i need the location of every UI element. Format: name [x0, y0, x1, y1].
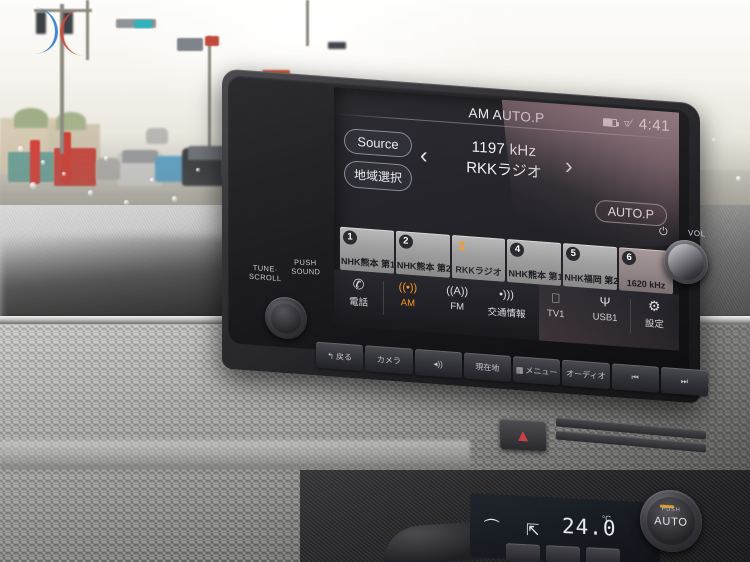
prev-track-icon: ⏮	[631, 372, 639, 383]
function-label: USB1	[592, 311, 618, 325]
volume-label: VOL	[688, 228, 706, 239]
raindrop	[172, 196, 177, 202]
defrost-icon: ⇱	[526, 521, 540, 540]
airflow-feet-icon: ⏜	[484, 519, 500, 538]
am-radio-icon: ((•))	[398, 281, 418, 295]
raindrop	[712, 138, 716, 142]
tune-scroll-label: TUNE· SCROLL	[249, 263, 281, 283]
screen-left-buttons: Source 地域選択	[344, 128, 413, 193]
auto-preset-button[interactable]: AUTO.P	[594, 199, 667, 227]
status-bar-clock: 4:41	[638, 115, 670, 136]
function-label: AM	[400, 297, 416, 310]
battery-icon	[602, 117, 617, 127]
status-bar-title: AM AUTO.P	[468, 104, 545, 126]
power-icon[interactable]: ⏻	[659, 226, 668, 240]
function-am[interactable]: ((•)) AM	[383, 277, 432, 316]
preset-number: 1	[343, 229, 357, 246]
phone-icon: ✆	[352, 275, 365, 293]
button-label: オーディオ	[566, 368, 606, 381]
function-label: 電話	[349, 296, 369, 309]
function-fm[interactable]: ((A)) FM	[433, 281, 482, 315]
menu-icon: ▦	[515, 364, 524, 375]
preset-number: 5	[566, 246, 581, 262]
preset-button-3[interactable]: 3 RKKラジオ	[451, 234, 506, 282]
back-arrow-icon: ↰	[327, 350, 334, 361]
climate-button[interactable]	[586, 547, 620, 562]
next-track-button[interactable]: ⏭	[660, 366, 708, 397]
tv-icon: ⎕	[551, 290, 560, 306]
raindrop	[41, 160, 45, 165]
menu-button[interactable]: ▦ メニュー	[513, 356, 561, 386]
push-label-line1: PUSH	[293, 257, 317, 268]
hazard-button[interactable]: ▲	[499, 418, 547, 452]
back-button[interactable]: ↰ 戻る	[316, 341, 364, 372]
next-station-chevron-icon[interactable]: ›	[565, 152, 573, 179]
current-location-button[interactable]: 現在地	[463, 352, 511, 382]
function-phone[interactable]: ✆ 電話	[334, 273, 383, 310]
raindrop	[18, 146, 23, 152]
function-settings[interactable]: ⚙ 設定	[629, 295, 679, 334]
now-playing: 1197 kHz RKKラジオ	[444, 136, 564, 184]
button-label: 現在地	[475, 361, 500, 373]
preset-button-5[interactable]: 5 NHK福岡 第2	[563, 243, 618, 291]
signal-off-icon: ▿∕	[623, 117, 632, 131]
source-button[interactable]: Source	[344, 128, 413, 159]
preset-number: 3	[458, 238, 465, 253]
raindrop	[150, 178, 154, 182]
function-label: FM	[450, 300, 465, 313]
region-select-button[interactable]: 地域選択	[344, 160, 413, 193]
audio-button[interactable]: オーディオ	[562, 359, 610, 390]
raindrop	[196, 168, 200, 172]
button-label: 戻る	[335, 351, 352, 362]
preset-label: RKKラジオ	[455, 264, 502, 278]
prev-track-button[interactable]: ⏮	[611, 363, 659, 393]
climate-unit: °C	[602, 513, 611, 524]
raindrop	[30, 182, 36, 189]
preset-button-2[interactable]: 2 NHK熊本 第2	[395, 230, 450, 278]
gear-icon: ⚙	[648, 297, 661, 315]
divider	[383, 280, 385, 316]
preset-button-1[interactable]: 1 NHK熊本 第1	[340, 226, 394, 274]
usb-icon: Ψ	[599, 293, 611, 310]
button-label: カメラ	[376, 354, 401, 366]
hazard-triangle-icon: ▲	[514, 425, 532, 445]
divider	[629, 299, 631, 334]
status-bar-indicators: ▿∕ 4:41	[602, 113, 670, 136]
climate-button[interactable]	[506, 543, 540, 562]
fm-radio-icon: ((A))	[446, 284, 469, 299]
preset-label: NHK熊本 第1	[508, 268, 562, 283]
push-label-line2: SOUND	[291, 266, 321, 277]
infotainment-screen[interactable]: AM AUTO.P ▿∕ 4:41 Source 地域選択 ‹ › 1197 k…	[334, 87, 679, 351]
preset-number: 2	[398, 234, 413, 250]
camera-button[interactable]: カメラ	[365, 345, 413, 375]
traffic-info-icon: •)))	[499, 288, 514, 302]
raindrop	[88, 190, 93, 196]
climate-button[interactable]	[546, 545, 580, 562]
function-label: 交通情報	[487, 306, 526, 321]
preset-number: 4	[510, 242, 525, 258]
function-traffic-info[interactable]: •))) 交通情報	[482, 284, 531, 321]
raindrop	[104, 156, 108, 161]
car-interior-photo: AM AUTO.P ▿∕ 4:41 Source 地域選択 ‹ › 1197 k…	[0, 0, 750, 562]
push-sound-label: PUSH SOUND	[291, 258, 321, 277]
function-label: TV1	[547, 307, 565, 321]
function-tv1[interactable]: ⎕ TV1	[531, 288, 580, 322]
mute-button[interactable]: ◂))	[414, 348, 462, 379]
function-usb1[interactable]: Ψ USB1	[580, 291, 629, 325]
preset-label: NHK熊本 第2	[396, 259, 450, 274]
prev-station-chevron-icon[interactable]: ‹	[420, 142, 428, 169]
mute-volume-icon: ◂))	[433, 358, 443, 369]
preset-label: 1620 kHz	[626, 277, 666, 291]
next-track-icon: ⏭	[680, 376, 688, 386]
preset-label: NHK福岡 第2	[564, 272, 618, 287]
preset-number: 6	[622, 250, 637, 266]
preset-button-4[interactable]: 4 NHK熊本 第1	[507, 239, 562, 287]
dashboard-trim-highlight	[0, 440, 470, 470]
function-label: 設定	[644, 318, 664, 331]
raindrop	[62, 172, 66, 176]
raindrop	[736, 176, 741, 181]
button-label: メニュー	[525, 365, 558, 377]
preset-label: NHK熊本 第1	[341, 255, 394, 270]
